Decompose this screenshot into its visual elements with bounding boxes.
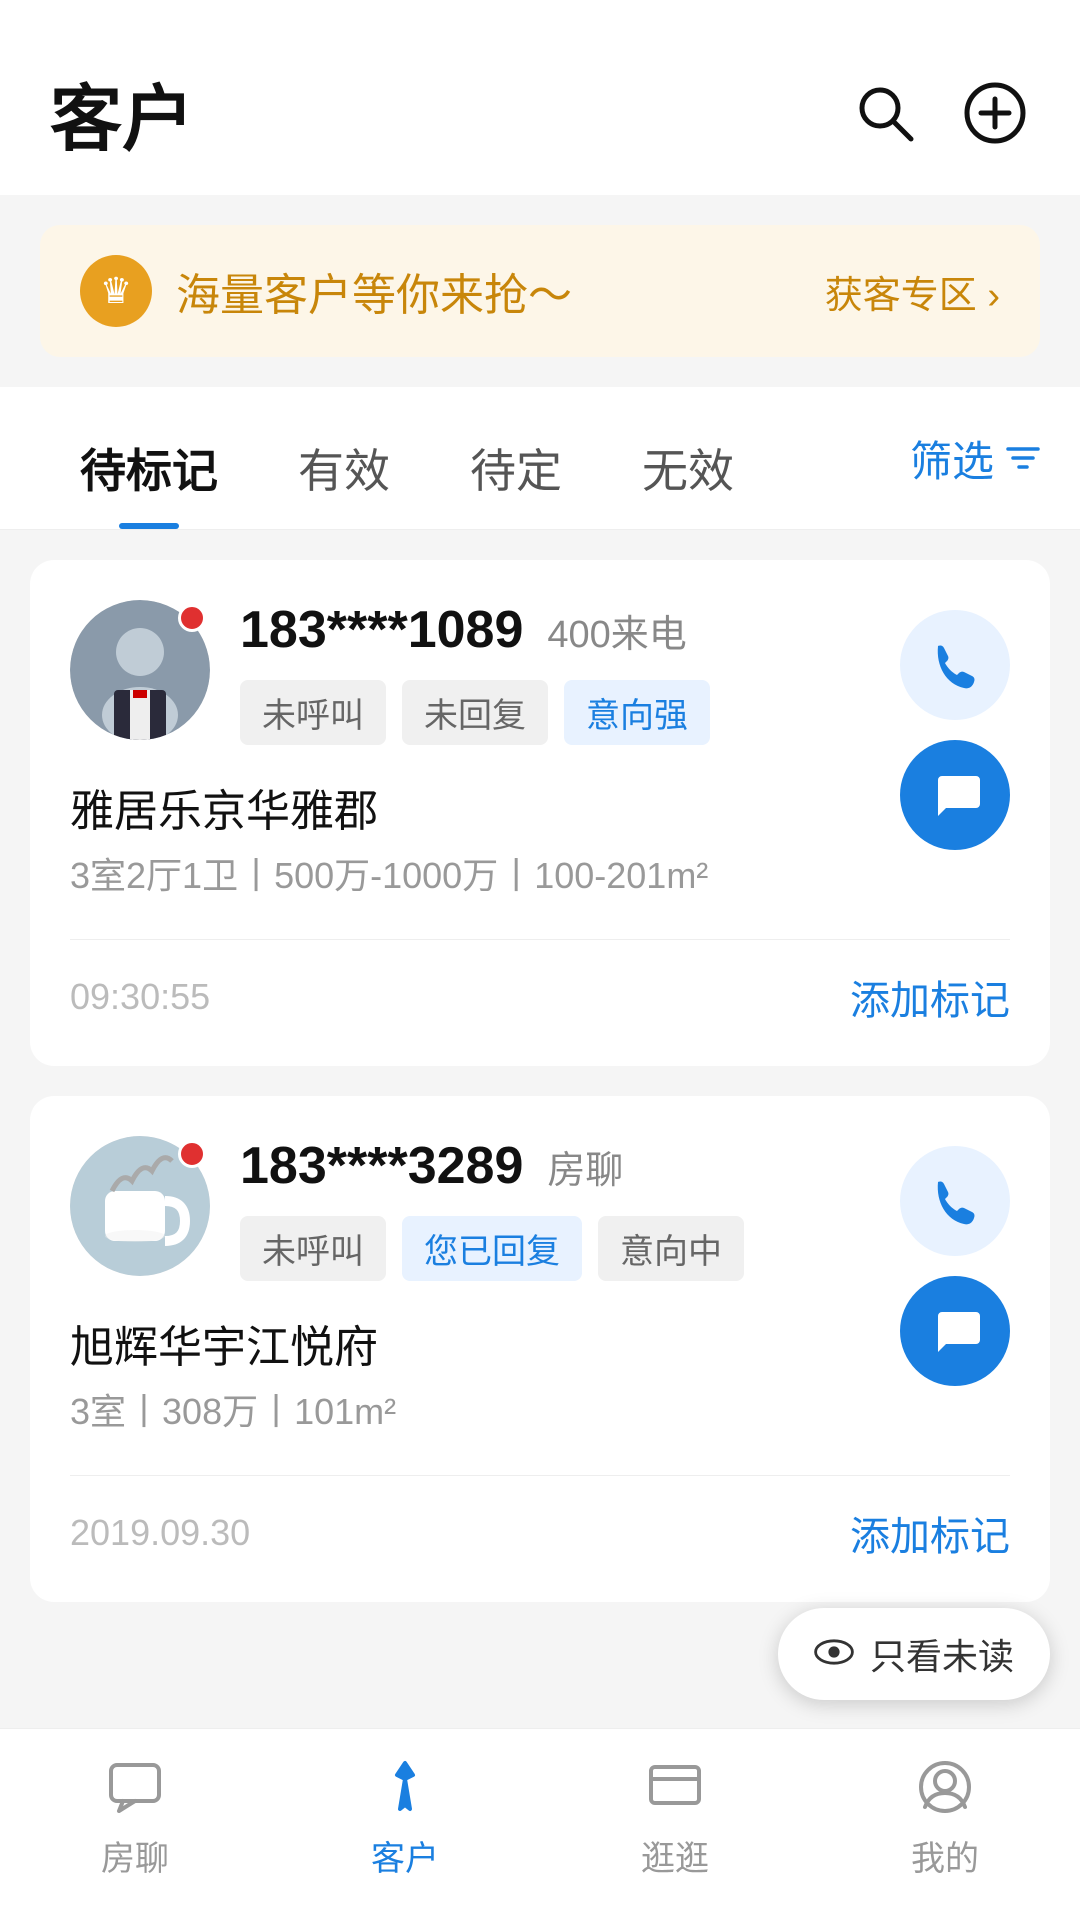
customer-card: 183****3289 房聊 未呼叫 您已回复 意向中 [30, 1096, 1050, 1602]
message-button[interactable] [900, 740, 1010, 850]
call-button[interactable] [900, 1146, 1010, 1256]
tabs-container: 待标记 有效 待定 无效 筛选 [0, 387, 1080, 530]
card-actions [900, 1146, 1010, 1386]
customer-phone: 183****1089 [240, 600, 523, 660]
nav-label-chat: 房聊 [101, 1831, 169, 1880]
crown-icon: ♛ [80, 255, 152, 327]
tag-not-called: 未呼叫 [240, 680, 386, 745]
avatar-wrap [70, 600, 210, 740]
promo-banner[interactable]: ♛ 海量客户等你来抢～ 获客专区 › [40, 225, 1040, 357]
customer-phone: 183****3289 [240, 1136, 523, 1196]
profile-icon [911, 1753, 979, 1821]
card-top: 183****3289 房聊 未呼叫 您已回复 意向中 [70, 1136, 1010, 1281]
card-name-row: 183****3289 房聊 [240, 1136, 1010, 1196]
banner-left: ♛ 海量客户等你来抢～ [80, 255, 572, 327]
nav-label-client: 客户 [371, 1831, 439, 1880]
property-name: 雅居乐京华雅郡 [70, 775, 1010, 839]
nav-item-browse[interactable]: 逛逛 [575, 1753, 775, 1880]
notification-dot [178, 1140, 206, 1168]
nav-item-client[interactable]: 客户 [305, 1753, 505, 1880]
tab-invalid[interactable]: 无效 [602, 407, 774, 529]
card-footer: 2019.09.30 添加标记 [70, 1475, 1010, 1562]
card-top: 183****1089 400来电 未呼叫 未回复 意向强 [70, 600, 1010, 745]
bottom-nav: 房聊 客户 逛逛 我的 [0, 1728, 1080, 1920]
message-button[interactable] [900, 1276, 1010, 1386]
header-icons [850, 78, 1030, 148]
property-name: 旭辉华宇江悦府 [70, 1311, 1010, 1375]
nav-label-browse: 逛逛 [641, 1831, 709, 1880]
unread-filter-button[interactable]: 只看未读 [778, 1608, 1050, 1700]
card-property: 雅居乐京华雅郡 3室2厅1卫丨500万-1000万丨100-201m² [70, 775, 1010, 903]
add-mark-button[interactable]: 添加标记 [850, 968, 1010, 1026]
tabs: 待标记 有效 待定 无效 [40, 407, 910, 529]
browse-icon [641, 1753, 709, 1821]
tag-strong-intent: 意向强 [564, 680, 710, 745]
add-mark-button[interactable]: 添加标记 [850, 1504, 1010, 1562]
card-name-row: 183****1089 400来电 [240, 600, 1010, 660]
nav-label-profile: 我的 [911, 1831, 979, 1880]
tag-not-called: 未呼叫 [240, 1216, 386, 1281]
customer-source: 房聊 [547, 1139, 623, 1194]
filter-label: 筛选 [910, 428, 994, 489]
nav-item-chat[interactable]: 房聊 [35, 1753, 235, 1880]
card-time: 09:30:55 [70, 976, 210, 1018]
banner-text: 海量客户等你来抢～ [176, 259, 572, 323]
page-title: 客户 [50, 60, 194, 165]
customer-source: 400来电 [547, 603, 686, 658]
tags: 未呼叫 您已回复 意向中 [240, 1216, 1010, 1281]
property-detail: 3室2厅1卫丨500万-1000万丨100-201m² [70, 849, 1010, 903]
card-property: 旭辉华宇江悦府 3室丨308万丨101m² [70, 1311, 1010, 1439]
tab-pending[interactable]: 待定 [430, 407, 602, 529]
card-info: 183****1089 400来电 未呼叫 未回复 意向强 [240, 600, 1010, 745]
card-footer: 09:30:55 添加标记 [70, 939, 1010, 1026]
tag-replied: 您已回复 [402, 1216, 582, 1281]
nav-item-profile[interactable]: 我的 [845, 1753, 1045, 1880]
tag-medium-intent: 意向中 [598, 1216, 744, 1281]
tab-pending-mark[interactable]: 待标记 [40, 407, 258, 529]
add-icon[interactable] [960, 78, 1030, 148]
unread-filter-label: 只看未读 [870, 1628, 1014, 1680]
card-actions [900, 610, 1010, 850]
notification-dot [178, 604, 206, 632]
client-icon [371, 1753, 439, 1821]
header: 客户 [0, 0, 1080, 195]
card-info: 183****3289 房聊 未呼叫 您已回复 意向中 [240, 1136, 1010, 1281]
tags: 未呼叫 未回复 意向强 [240, 680, 1010, 745]
property-detail: 3室丨308万丨101m² [70, 1385, 1010, 1439]
customer-card: 183****1089 400来电 未呼叫 未回复 意向强 [30, 560, 1050, 1066]
eye-icon [814, 1632, 854, 1677]
banner-action[interactable]: 获客专区 › [825, 264, 1000, 319]
avatar-wrap [70, 1136, 210, 1276]
search-icon[interactable] [850, 78, 920, 148]
chat-icon [101, 1753, 169, 1821]
filter-button[interactable]: 筛选 [910, 418, 1040, 519]
call-button[interactable] [900, 610, 1010, 720]
card-time: 2019.09.30 [70, 1512, 250, 1554]
customer-list: 183****1089 400来电 未呼叫 未回复 意向强 [0, 530, 1080, 1632]
tag-not-replied: 未回复 [402, 680, 548, 745]
tab-valid[interactable]: 有效 [258, 407, 430, 529]
